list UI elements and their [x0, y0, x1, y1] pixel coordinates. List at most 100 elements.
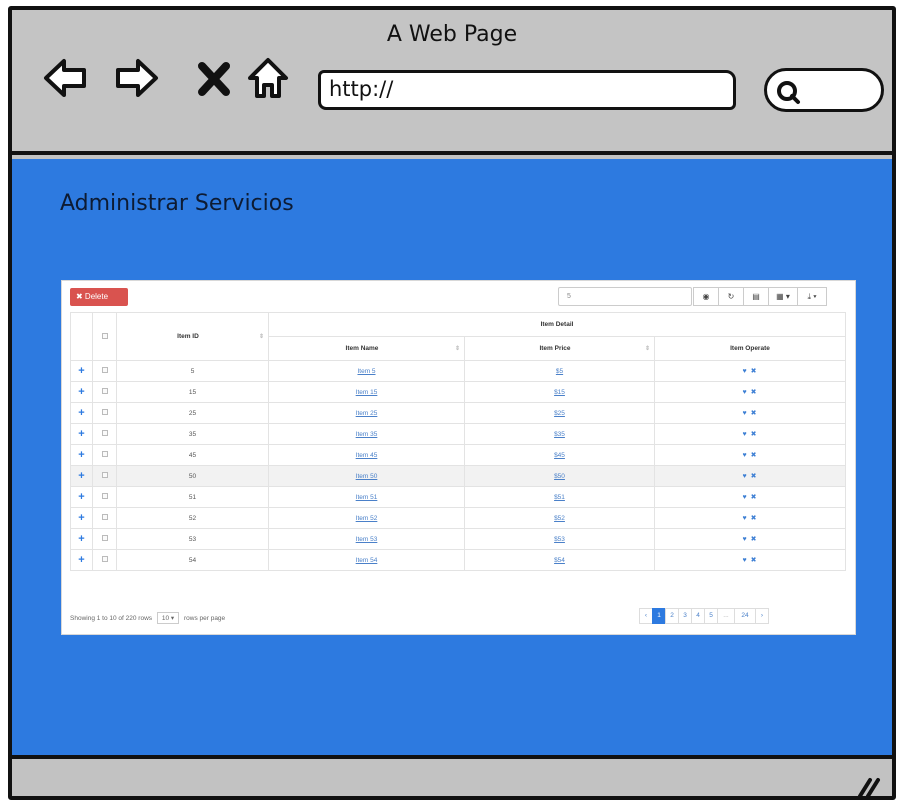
- expand-row-button[interactable]: +: [70, 360, 93, 382]
- table-row[interactable]: +51 Item 51 $51 ♥ ✖: [70, 486, 846, 508]
- item-price-link[interactable]: $5: [556, 368, 563, 375]
- table-row[interactable]: +45 Item 45 $45 ♥ ✖: [70, 444, 846, 466]
- item-price-header[interactable]: Item Price ⇕: [464, 336, 655, 361]
- item-name-link[interactable]: Item 53: [356, 536, 378, 543]
- row-checkbox[interactable]: [101, 409, 108, 415]
- list-icon[interactable]: ▤: [743, 287, 769, 306]
- row-checkbox[interactable]: [101, 556, 108, 562]
- expand-row-button[interactable]: +: [70, 423, 93, 445]
- item-price-link[interactable]: $52: [554, 515, 565, 522]
- row-checkbox[interactable]: [101, 493, 108, 499]
- item-price-link[interactable]: $35: [554, 431, 565, 438]
- like-remove-icons[interactable]: ♥ ✖: [743, 536, 758, 543]
- row-checkbox[interactable]: [101, 430, 108, 436]
- item-price-link[interactable]: $50: [554, 473, 565, 480]
- table-row[interactable]: +5 Item 5 $5 ♥ ✖: [70, 360, 846, 382]
- table-row[interactable]: +52 Item 52 $52 ♥ ✖: [70, 507, 846, 529]
- expand-row-button[interactable]: +: [70, 486, 93, 508]
- table-row[interactable]: +54 Item 54 $54 ♥ ✖: [70, 549, 846, 571]
- table-row[interactable]: +53 Item 53 $53 ♥ ✖: [70, 528, 846, 550]
- back-arrow-icon[interactable]: [42, 56, 88, 100]
- page-next-button[interactable]: ›: [755, 608, 769, 624]
- home-icon[interactable]: [246, 56, 290, 100]
- table-row[interactable]: +25 Item 25 $25 ♥ ✖: [70, 402, 846, 424]
- browser-search-field[interactable]: [764, 68, 884, 112]
- row-select-cell[interactable]: [92, 360, 117, 382]
- expand-row-button[interactable]: +: [70, 549, 93, 571]
- row-select-cell[interactable]: [92, 381, 117, 403]
- row-select-cell[interactable]: [92, 402, 117, 424]
- row-select-cell[interactable]: [92, 423, 117, 445]
- item-id-header[interactable]: Item ID ⇕: [116, 312, 269, 361]
- select-all-checkbox[interactable]: [101, 332, 108, 339]
- row-select-cell[interactable]: [92, 507, 117, 529]
- row-checkbox[interactable]: [101, 388, 108, 394]
- expand-row-button[interactable]: +: [70, 528, 93, 550]
- page-button-5[interactable]: 5: [704, 608, 718, 624]
- row-checkbox[interactable]: [101, 367, 108, 373]
- item-name-link[interactable]: Item 5: [357, 368, 375, 375]
- table-search-input[interactable]: 5: [558, 287, 692, 306]
- row-select-cell[interactable]: [92, 465, 117, 487]
- like-remove-icons[interactable]: ♥ ✖: [743, 494, 758, 501]
- table-row[interactable]: +35 Item 35 $35 ♥ ✖: [70, 423, 846, 445]
- row-select-cell[interactable]: [92, 444, 117, 466]
- resize-grip-icon[interactable]: [856, 774, 882, 798]
- like-remove-icons[interactable]: ♥ ✖: [743, 515, 758, 522]
- row-checkbox[interactable]: [101, 535, 108, 541]
- delete-button[interactable]: ✖ Delete: [70, 288, 128, 306]
- item-name-link[interactable]: Item 15: [356, 389, 378, 396]
- like-remove-icons[interactable]: ♥ ✖: [743, 473, 758, 480]
- row-select-cell[interactable]: [92, 528, 117, 550]
- row-checkbox[interactable]: [101, 514, 108, 520]
- item-price-link[interactable]: $53: [554, 536, 565, 543]
- item-price-link[interactable]: $25: [554, 410, 565, 417]
- table-row[interactable]: +50 Item 50 $50 ♥ ✖: [70, 465, 846, 487]
- row-checkbox[interactable]: [101, 472, 108, 478]
- item-name-link[interactable]: Item 52: [356, 515, 378, 522]
- item-name-link[interactable]: Item 45: [356, 452, 378, 459]
- expand-row-button[interactable]: +: [70, 507, 93, 529]
- stop-x-icon[interactable]: [196, 56, 232, 100]
- columns-icon[interactable]: ▦ ▾: [768, 287, 798, 306]
- page-button-3[interactable]: 3: [678, 608, 692, 624]
- like-remove-icons[interactable]: ♥ ✖: [743, 431, 758, 438]
- page-size-select[interactable]: 10 ▾: [156, 612, 180, 624]
- like-remove-icons[interactable]: ♥ ✖: [743, 557, 758, 564]
- export-icon[interactable]: ⤓ ▾: [797, 287, 827, 306]
- page-button-4[interactable]: 4: [691, 608, 705, 624]
- refresh-icon[interactable]: ↻: [718, 287, 744, 306]
- expand-row-button[interactable]: +: [70, 444, 93, 466]
- eye-icon[interactable]: ◉: [693, 287, 719, 306]
- page-button-last[interactable]: 24: [734, 608, 756, 624]
- like-remove-icons[interactable]: ♥ ✖: [743, 389, 758, 396]
- item-price-link[interactable]: $54: [554, 557, 565, 564]
- page-button-2[interactable]: 2: [665, 608, 679, 624]
- row-select-cell[interactable]: [92, 549, 117, 571]
- plus-icon: +: [78, 533, 85, 545]
- forward-arrow-icon[interactable]: [114, 56, 160, 100]
- item-name-link[interactable]: Item 35: [356, 431, 378, 438]
- item-name-link[interactable]: Item 25: [356, 410, 378, 417]
- page-button-1[interactable]: 1: [652, 608, 666, 624]
- item-name-header[interactable]: Item Name ⇕: [268, 336, 465, 361]
- expand-row-button[interactable]: +: [70, 402, 93, 424]
- item-price-link[interactable]: $51: [554, 494, 565, 501]
- page-prev-button[interactable]: ‹: [639, 608, 653, 624]
- row-checkbox[interactable]: [101, 451, 108, 457]
- address-bar[interactable]: http://: [318, 70, 736, 110]
- item-name-link[interactable]: Item 54: [356, 557, 378, 564]
- services-table: Item ID ⇕ Item Detail Item Name ⇕ Item Pri…: [70, 312, 846, 571]
- row-select-cell[interactable]: [92, 486, 117, 508]
- item-price-link[interactable]: $15: [554, 389, 565, 396]
- like-remove-icons[interactable]: ♥ ✖: [743, 410, 758, 417]
- like-remove-icons[interactable]: ♥ ✖: [743, 368, 758, 375]
- item-price-link[interactable]: $45: [554, 452, 565, 459]
- item-name-link[interactable]: Item 51: [356, 494, 378, 501]
- expand-row-button[interactable]: +: [70, 381, 93, 403]
- item-name-link[interactable]: Item 50: [356, 473, 378, 480]
- select-all-header[interactable]: [92, 312, 117, 361]
- expand-row-button[interactable]: +: [70, 465, 93, 487]
- table-row[interactable]: +15 Item 15 $15 ♥ ✖: [70, 381, 846, 403]
- like-remove-icons[interactable]: ♥ ✖: [743, 452, 758, 459]
